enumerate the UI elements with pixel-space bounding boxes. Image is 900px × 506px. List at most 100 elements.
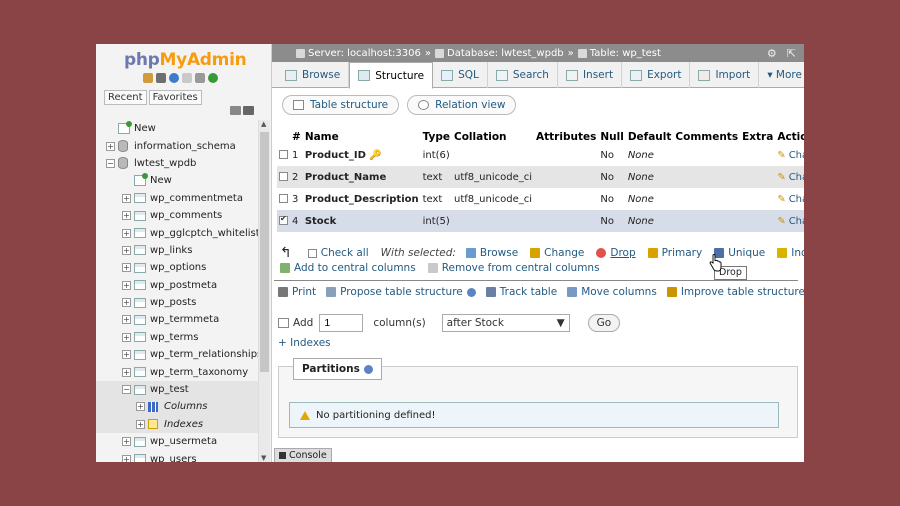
phpmyadmin-logo[interactable]: phpMyAdmin bbox=[124, 50, 247, 70]
table-structure-subtab[interactable]: Table structure bbox=[282, 95, 400, 115]
scroll-up-arrow-icon[interactable]: ▲ bbox=[261, 120, 266, 128]
tree-item-table[interactable]: + wp_users bbox=[96, 450, 258, 462]
collapse-icon[interactable]: − bbox=[122, 385, 131, 395]
expand-icon[interactable]: + bbox=[122, 350, 131, 360]
table-row[interactable]: 1Product_ID🔑int(6)NoNone✎Change D bbox=[277, 144, 804, 166]
with-selected-primary-link[interactable]: Primary bbox=[647, 247, 702, 259]
table-row[interactable]: 4Stock int(5) NoNone ✎Change D bbox=[277, 210, 804, 232]
expand-icon[interactable]: + bbox=[122, 228, 131, 238]
add-columns-count-input[interactable] bbox=[319, 314, 364, 332]
nav-scroll-thumb[interactable] bbox=[260, 132, 269, 372]
expand-icon[interactable]: + bbox=[122, 315, 131, 325]
with-selected-drop-link[interactable]: Drop bbox=[596, 247, 636, 259]
tree-item-table[interactable]: + wp_usermeta bbox=[96, 433, 258, 450]
collapse-icon[interactable]: − bbox=[106, 158, 115, 168]
check-all-link[interactable]: Check all bbox=[307, 247, 369, 259]
tab-structure[interactable]: Structure bbox=[349, 62, 434, 89]
table-row[interactable]: 2 Product_Name text utf8_unicode_ci No None ✎ C… bbox=[277, 166, 804, 188]
tree-item-table[interactable]: + wp_termmeta bbox=[96, 311, 258, 328]
remove-from-central-columns-link[interactable]: Remove from central columns bbox=[427, 262, 600, 274]
change-link[interactable]: ✎Change bbox=[777, 194, 804, 205]
reload-icon[interactable] bbox=[208, 73, 218, 83]
tree-item-table[interactable]: + wp_options bbox=[96, 259, 258, 276]
tree-item-columns[interactable]: + Columns bbox=[96, 398, 258, 416]
tree-item-table[interactable]: + wp_links bbox=[96, 242, 258, 259]
tab-import[interactable]: Import bbox=[690, 62, 760, 88]
expand-icon[interactable]: + bbox=[122, 245, 131, 255]
tab-export[interactable]: Export bbox=[622, 62, 691, 88]
tab-sql[interactable]: SQL bbox=[433, 62, 488, 88]
column-position-select[interactable]: after Stock ▼ bbox=[441, 314, 570, 332]
console-tab[interactable]: Console bbox=[274, 448, 332, 462]
tree-item-table[interactable]: + wp_terms bbox=[96, 329, 258, 346]
tab-search[interactable]: Search bbox=[488, 62, 558, 88]
tree-item-table[interactable]: + wp_comments bbox=[96, 207, 258, 224]
expand-icon[interactable]: + bbox=[122, 437, 131, 447]
expand-icon[interactable]: + bbox=[106, 141, 115, 151]
collapse-arrows-icon[interactable]: ⇱ bbox=[787, 47, 796, 60]
home-icon[interactable] bbox=[143, 73, 153, 83]
expand-icon[interactable]: + bbox=[122, 193, 131, 203]
with-selected-change-link[interactable]: Change bbox=[530, 247, 584, 259]
expand-icon[interactable]: + bbox=[122, 454, 131, 462]
tree-item-table[interactable]: + wp_commentmeta bbox=[96, 190, 258, 207]
nav-scrollbar[interactable]: ▲ ▼ bbox=[258, 120, 270, 462]
tree-item-table[interactable]: + wp_gglcptch_whitelist bbox=[96, 224, 260, 241]
row-checkbox[interactable] bbox=[279, 150, 288, 159]
settings-gear-icon[interactable] bbox=[195, 73, 205, 83]
row-checkbox[interactable] bbox=[279, 172, 288, 181]
expand-icon[interactable]: + bbox=[122, 367, 131, 377]
tree-item-table[interactable]: + wp_term_relationships bbox=[96, 346, 262, 363]
move-columns-link[interactable]: Move columns bbox=[567, 286, 657, 298]
scroll-down-arrow-icon[interactable]: ▼ bbox=[261, 454, 266, 462]
add-to-central-columns-link[interactable]: Add to central columns bbox=[280, 262, 416, 274]
expand-icon[interactable]: + bbox=[122, 211, 131, 221]
collapse-all-icon[interactable] bbox=[230, 106, 241, 115]
change-link[interactable]: ✎Change bbox=[777, 150, 804, 161]
help-icon[interactable] bbox=[169, 73, 179, 83]
breadcrumb-table[interactable]: Table: wp_test bbox=[577, 48, 661, 59]
tree-item-new[interactable]: New bbox=[96, 120, 258, 137]
tab-browse[interactable]: Browse bbox=[277, 62, 350, 88]
table-row[interactable]: 3 Product_Description text utf8_unicode_ci N… bbox=[277, 188, 804, 210]
expand-icon[interactable]: + bbox=[136, 419, 145, 429]
change-link[interactable]: ✎Change bbox=[777, 216, 804, 227]
tree-item-table[interactable]: + wp_term_taxonomy bbox=[96, 363, 258, 380]
with-selected-browse-link[interactable]: Browse bbox=[465, 247, 518, 259]
relation-view-subtab[interactable]: Relation view bbox=[407, 95, 517, 115]
breadcrumb-database[interactable]: Database: lwtest_wpdb bbox=[435, 48, 564, 59]
expand-icon[interactable]: + bbox=[122, 298, 131, 308]
tree-item-table[interactable]: − wp_test bbox=[96, 380, 258, 399]
expand-icon[interactable]: + bbox=[136, 402, 145, 412]
link-with-main-icon[interactable] bbox=[243, 106, 254, 115]
expand-icon[interactable]: + bbox=[122, 280, 131, 290]
tree-item-table[interactable]: + wp_posts bbox=[96, 294, 258, 311]
tree-item-db[interactable]: − lwtest_wpdb bbox=[96, 155, 258, 172]
settings-gear-icon[interactable]: ⚙ bbox=[767, 47, 777, 60]
go-button[interactable]: Go bbox=[587, 314, 621, 332]
docs-icon[interactable] bbox=[182, 73, 192, 83]
logout-icon[interactable] bbox=[156, 73, 166, 83]
with-selected-index-link[interactable]: Index bbox=[777, 247, 804, 259]
breadcrumb-server[interactable]: Server: localhost:3306 bbox=[296, 48, 421, 59]
track-table-link[interactable]: Track table bbox=[485, 286, 557, 298]
indexes-link[interactable]: + Indexes bbox=[278, 337, 331, 349]
propose-structure-link[interactable]: Propose table structure bbox=[326, 286, 476, 298]
recent-tab[interactable]: Recent bbox=[104, 90, 147, 105]
help-icon[interactable] bbox=[466, 287, 476, 297]
expand-icon[interactable]: + bbox=[122, 332, 131, 342]
tree-item-new[interactable]: New bbox=[96, 172, 258, 189]
print-link[interactable]: Print bbox=[278, 286, 316, 298]
expand-icon[interactable]: + bbox=[122, 263, 131, 273]
tree-item-indexes[interactable]: + Indexes bbox=[96, 415, 258, 434]
row-checkbox[interactable] bbox=[279, 214, 288, 225]
tab-more[interactable]: ▾ More bbox=[759, 62, 804, 88]
row-checkbox[interactable] bbox=[279, 194, 288, 203]
change-link[interactable]: ✎Change bbox=[777, 172, 804, 183]
help-icon[interactable] bbox=[363, 364, 373, 374]
tree-item-db[interactable]: + information_schema bbox=[96, 137, 258, 154]
improve-structure-link[interactable]: Improve table structure bbox=[666, 286, 804, 298]
favorites-tab[interactable]: Favorites bbox=[148, 90, 202, 105]
tree-item-table[interactable]: + wp_postmeta bbox=[96, 277, 258, 294]
check-all-checkbox[interactable] bbox=[307, 248, 317, 258]
